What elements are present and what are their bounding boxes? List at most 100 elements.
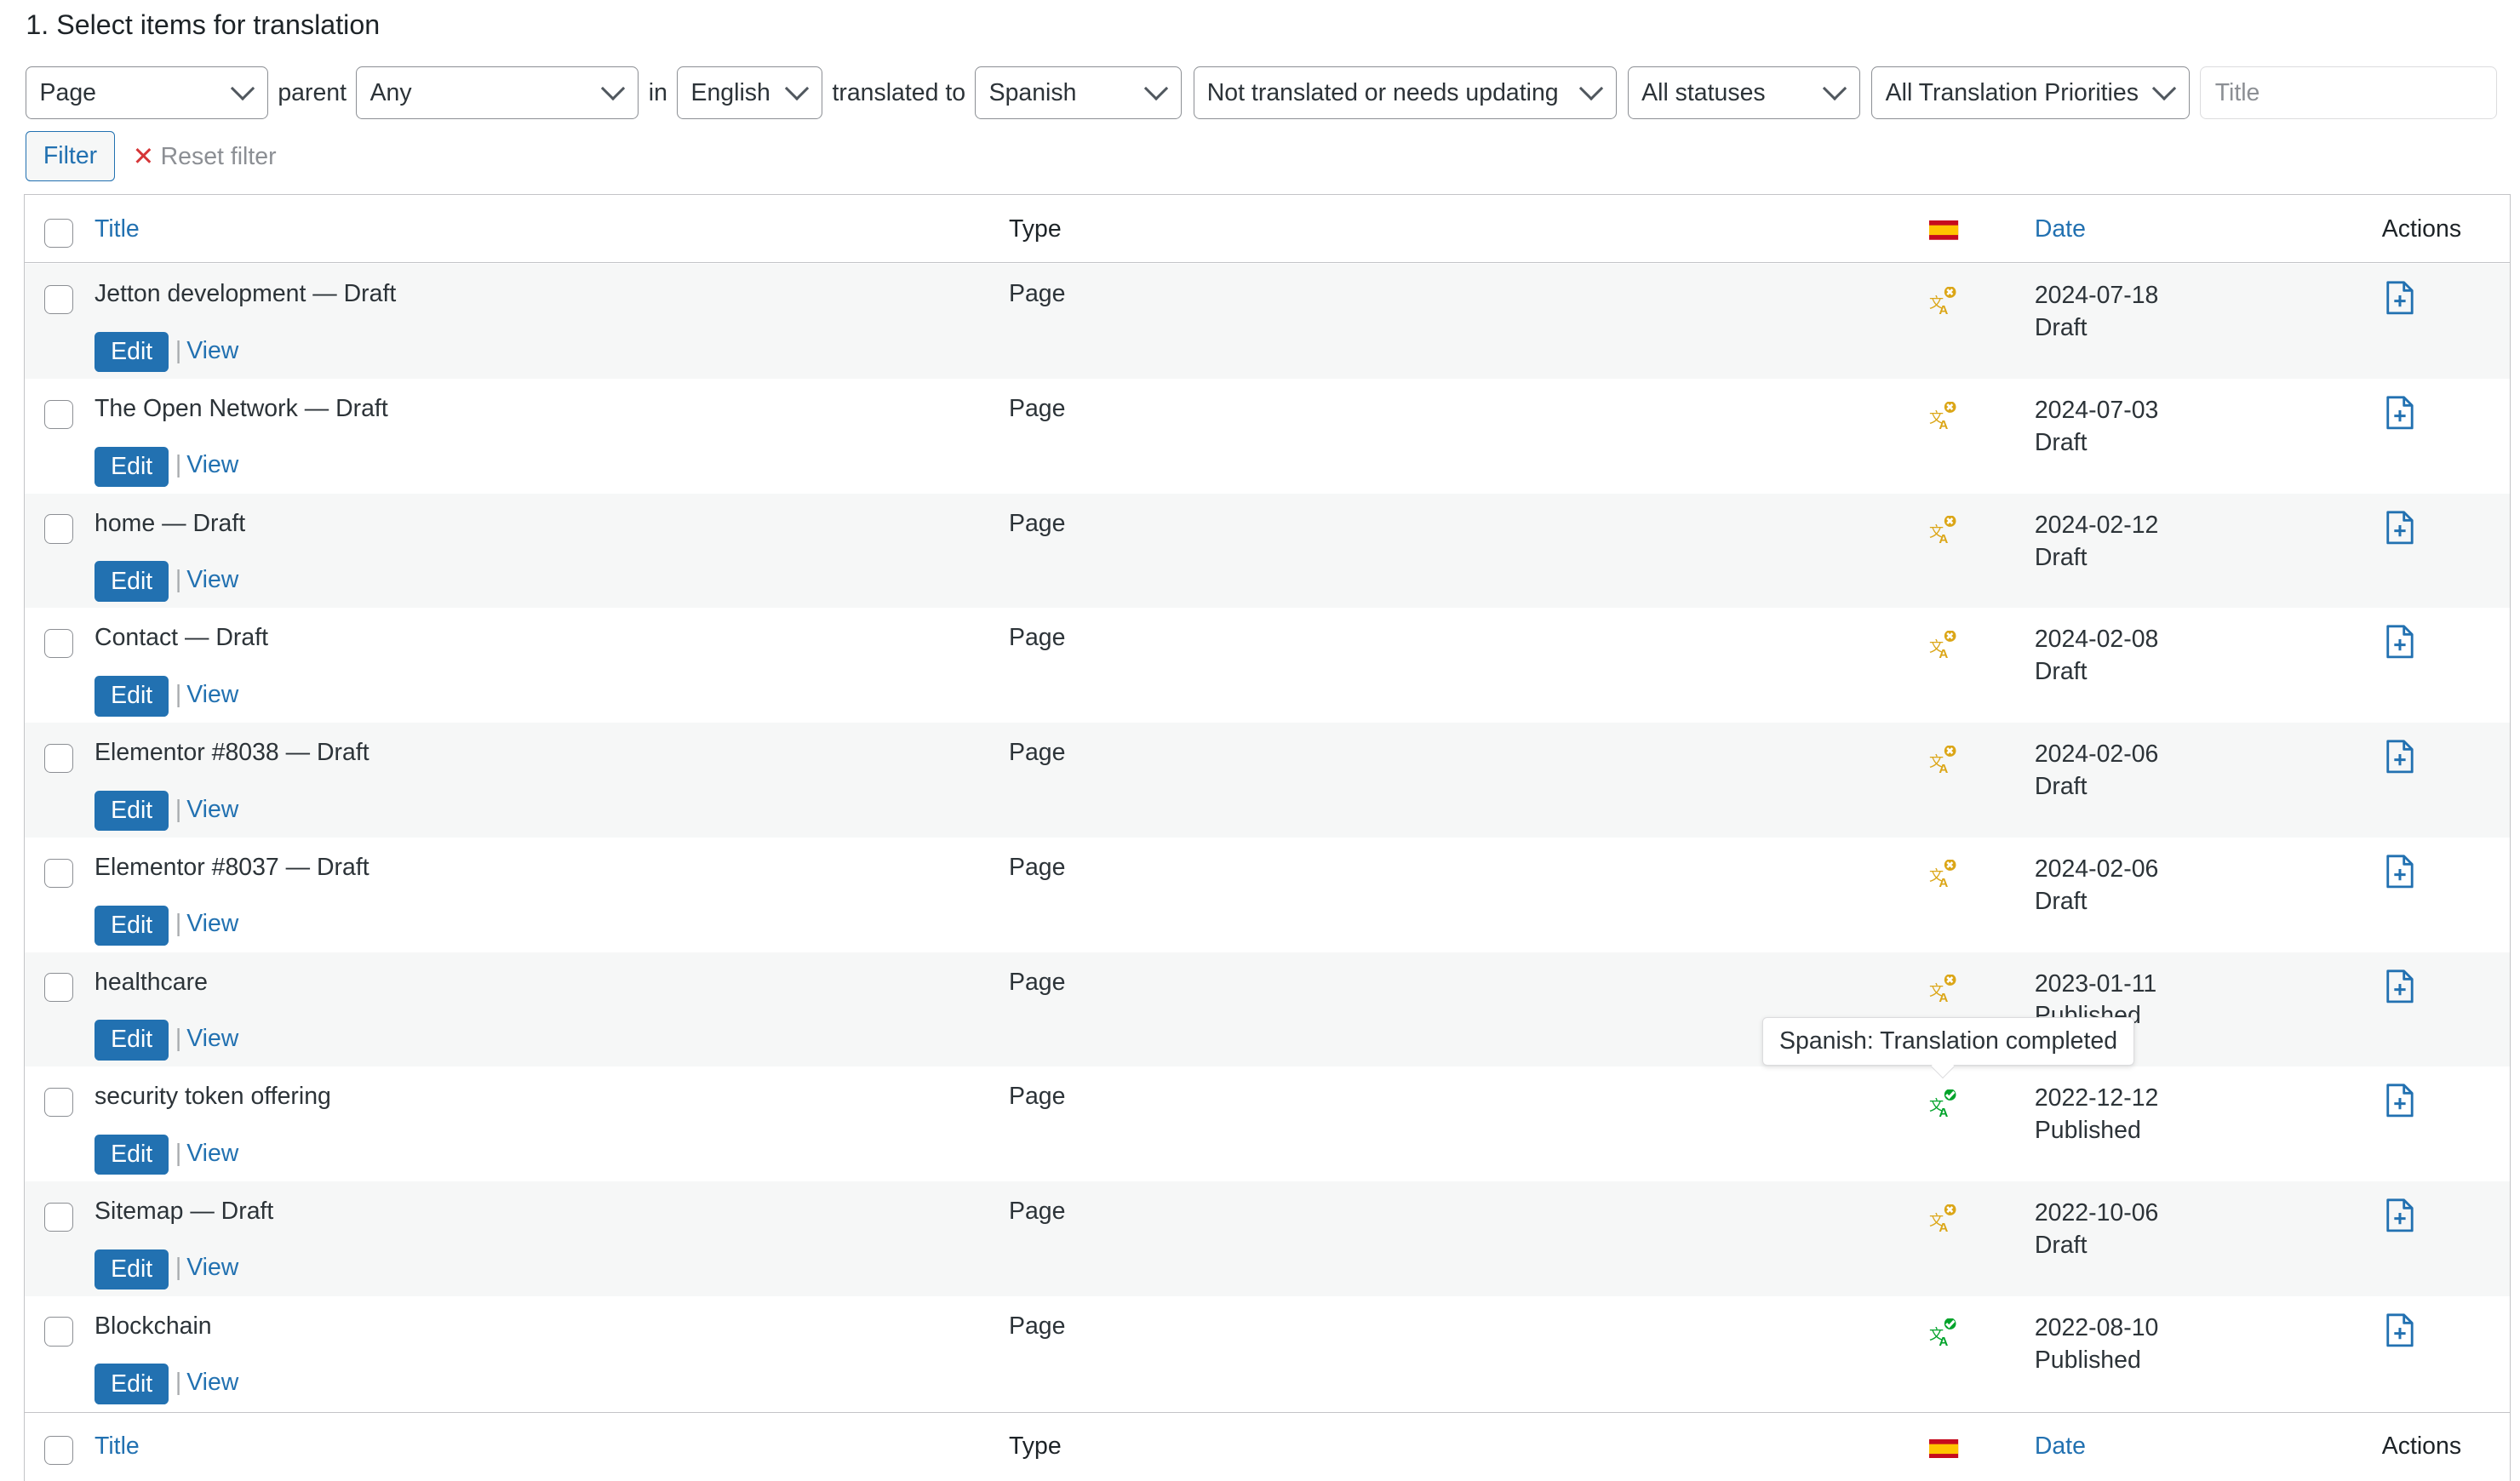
row-date: 2024-02-06 Draft [2035,854,2159,918]
translation-status-select[interactable]: Not translated or needs updating [1193,66,1617,120]
section-heading: 1. Select items for translation [26,9,381,41]
edit-button[interactable]: Edit [94,446,169,488]
row-date: 2022-12-12 Published [2035,1083,2159,1147]
translation-completed-icon[interactable]: 文A [1929,1089,1958,1118]
add-translation-icon[interactable] [2384,854,2416,889]
view-link[interactable]: View [186,796,238,824]
reset-filter-link[interactable]: ✕ Reset filter [133,142,277,172]
row-checkbox[interactable] [44,629,74,659]
row-checkbox[interactable] [44,284,74,315]
row-checkbox[interactable] [44,1317,74,1347]
needs-translation-icon[interactable]: 文A [1929,401,1958,431]
table-row: Jetton development — Draft Edit | View Page 文… [25,264,2510,379]
edit-button[interactable]: Edit [94,561,169,602]
needs-translation-icon[interactable]: 文A [1929,745,1958,775]
view-link[interactable]: View [186,910,238,938]
add-translation-icon[interactable] [2384,395,2416,431]
view-link[interactable]: View [186,1140,238,1168]
needs-translation-icon[interactable]: 文A [1929,860,1958,889]
select-all-checkbox[interactable] [44,219,74,249]
add-translation-icon[interactable] [2384,280,2416,316]
column-actions: Actions [2381,215,2462,243]
add-translation-icon[interactable] [2384,739,2416,775]
row-checkbox[interactable] [44,973,74,1003]
svg-text:A: A [1939,647,1949,660]
row-date: 2024-02-12 Draft [2035,510,2159,575]
translated-to-label: translated to [832,78,966,106]
add-translation-icon[interactable] [2384,969,2416,1004]
needs-translation-icon[interactable]: 文A [1929,630,1958,660]
svg-text:A: A [1939,877,1949,889]
column-title-sort-footer[interactable]: Title [94,1432,140,1461]
edit-button[interactable]: Edit [94,1134,169,1175]
needs-translation-icon[interactable]: 文A [1929,1204,1958,1233]
action-separator: | [175,1024,182,1052]
table-row: security token offering Edit | View Page 文 A 20… [25,1066,2509,1181]
row-date-value: 2024-07-18 [2034,282,2159,310]
column-date-sort[interactable]: Date [2035,215,2086,243]
row-date: 2024-07-18 Draft [2035,280,2159,345]
row-checkbox[interactable] [44,858,74,888]
svg-text:A: A [1939,418,1949,431]
column-date-sort-footer[interactable]: Date [2035,1432,2086,1461]
needs-translation-icon[interactable]: 文A [1929,286,1958,316]
svg-text:A: A [1939,1335,1949,1348]
row-title: The Open Network — Draft [94,394,388,422]
table-row: healthcare Edit | View Page 文 A 2023-01-11 Publi… [25,952,2510,1067]
edit-button[interactable]: Edit [94,1249,169,1290]
edit-button[interactable]: Edit [94,790,169,832]
needs-translation-icon[interactable]: 文A [1929,975,1958,1004]
priority-select[interactable]: All Translation Priorities [1871,66,2191,120]
row-date: 2024-02-08 Draft [2035,624,2159,689]
add-translation-icon[interactable] [2384,510,2416,546]
row-title: healthcare [94,968,208,996]
source-language-select[interactable]: English [677,66,823,120]
view-link[interactable]: View [186,566,238,594]
target-language-value: Spanish [988,78,1077,106]
edit-button[interactable]: Edit [94,1020,169,1061]
add-translation-icon[interactable] [2384,1083,2416,1118]
row-checkbox[interactable] [44,1087,74,1118]
translation-completed-icon[interactable]: 文A [1929,1318,1958,1347]
row-checkbox[interactable] [44,399,74,429]
row-title: home — Draft [94,509,246,537]
view-link[interactable]: View [186,451,238,479]
post-type-select[interactable]: Page [26,66,268,120]
view-link[interactable]: View [186,1254,238,1282]
row-date-value: 2024-02-08 [2034,626,2159,654]
svg-text:A: A [1939,991,1949,1004]
svg-text:A: A [1939,1106,1949,1118]
select-all-checkbox-footer[interactable] [44,1435,74,1466]
view-link[interactable]: View [186,337,238,365]
row-date-value: 2024-02-06 [2034,855,2159,883]
filter-bar: Page parent Any in English translated to… [26,66,2497,120]
row-title: Elementor #8037 — Draft [94,853,369,881]
parent-label: parent [278,78,347,106]
row-type: Page [1008,394,1066,422]
row-checkbox[interactable] [44,514,74,544]
add-translation-icon[interactable] [2384,624,2416,660]
view-link[interactable]: View [186,681,238,709]
action-separator: | [175,566,182,594]
items-table: Title Type Date Actions Jetton developme… [24,193,2511,1481]
edit-button[interactable]: Edit [94,331,169,373]
add-translation-icon[interactable] [2384,1312,2416,1348]
edit-button[interactable]: Edit [94,1364,169,1404]
parent-select[interactable]: Any [356,66,639,120]
add-translation-icon[interactable] [2384,1198,2416,1233]
title-search-input[interactable] [2199,66,2497,120]
edit-button[interactable]: Edit [94,905,169,946]
target-language-select[interactable]: Spanish [975,66,1183,120]
post-status-value: All statuses [1641,78,1766,106]
row-checkbox[interactable] [44,1202,74,1232]
filter-button[interactable]: Filter [26,130,115,181]
view-link[interactable]: View [186,1369,238,1397]
post-status-select[interactable]: All statuses [1627,66,1861,120]
reset-filter-label: Reset filter [160,142,277,170]
edit-button[interactable]: Edit [94,676,169,717]
row-checkbox[interactable] [44,743,74,773]
column-title-sort[interactable]: Title [94,215,140,243]
svg-text:A: A [1939,533,1949,546]
view-link[interactable]: View [186,1025,238,1053]
needs-translation-icon[interactable]: 文A [1929,516,1958,545]
